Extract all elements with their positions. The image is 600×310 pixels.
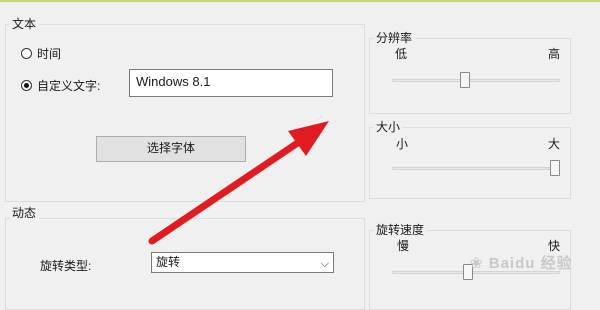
watermark-text: Baidu 经验 [488,255,573,272]
paw-icon: ❀ [470,255,484,272]
baidu-watermark: ❀ Baidu 经验 [470,252,573,273]
